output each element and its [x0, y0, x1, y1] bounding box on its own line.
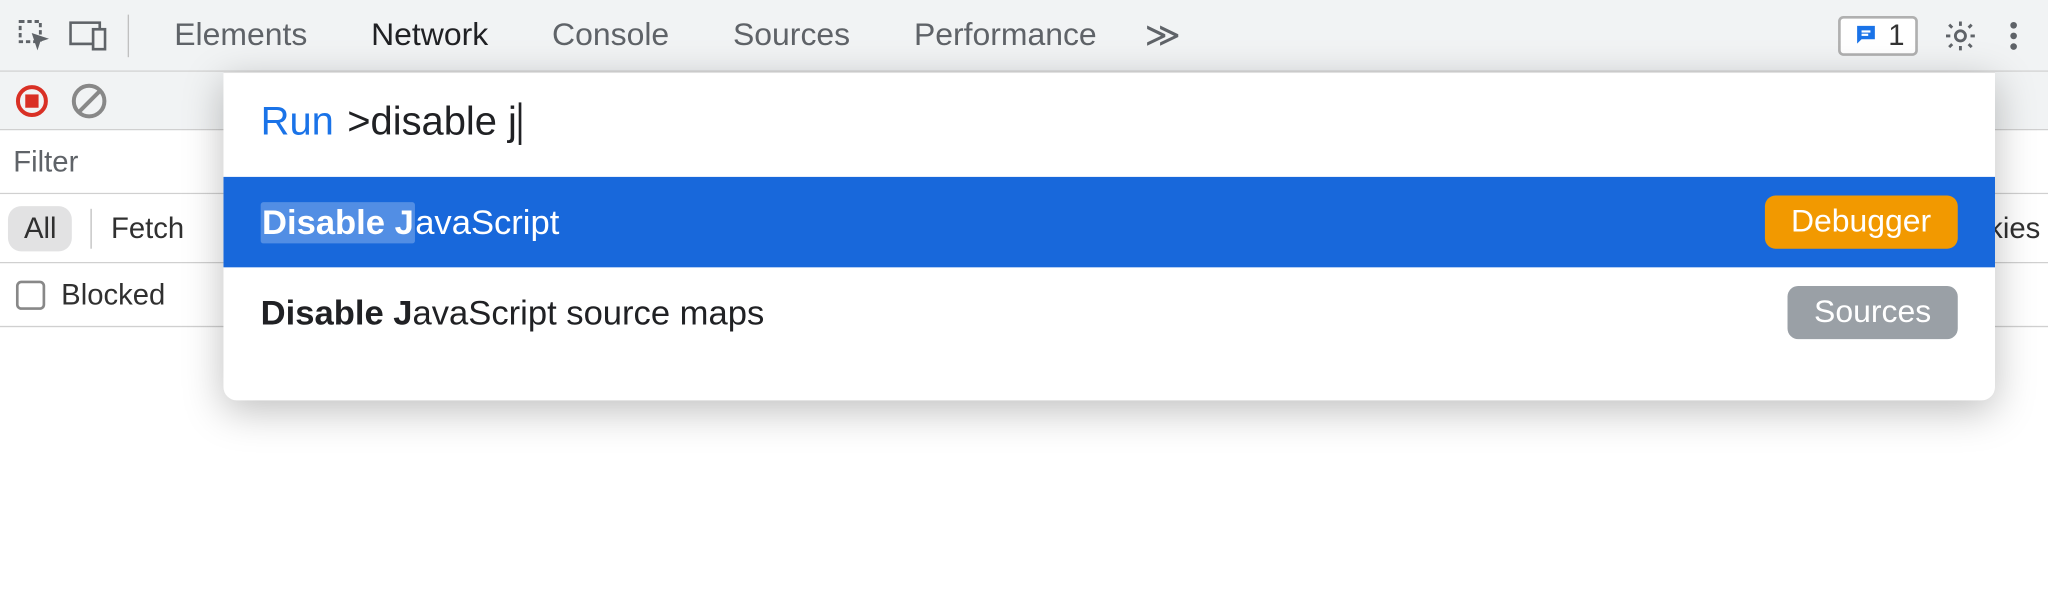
- command-palette-list: Disable JavaScript Debugger Disable Java…: [223, 177, 1995, 358]
- command-item-disable-js-source-maps[interactable]: Disable JavaScript source maps Sources: [223, 267, 1995, 357]
- divider: [128, 14, 129, 57]
- filter-input[interactable]: Filter: [13, 144, 105, 179]
- issues-count: 1: [1888, 18, 1904, 53]
- issues-badge[interactable]: 1: [1838, 15, 1918, 55]
- text-cursor-icon: [518, 102, 521, 145]
- tab-performance[interactable]: Performance: [885, 0, 1126, 71]
- record-button[interactable]: [16, 84, 48, 116]
- kebab-menu-icon[interactable]: [1990, 11, 2038, 59]
- palette-padding: [223, 358, 1995, 401]
- tab-elements[interactable]: Elements: [145, 0, 337, 71]
- command-item-badge: Debugger: [1764, 196, 1957, 249]
- command-item-badge: Sources: [1787, 286, 1957, 339]
- command-palette: Run >disable j Disable JavaScript Debugg…: [223, 72, 1995, 401]
- stop-icon: [25, 94, 38, 107]
- devtools-tabbar: Elements Network Console Sources Perform…: [0, 0, 2048, 72]
- divider: [91, 208, 92, 248]
- command-item-label: Disable JavaScript: [261, 201, 560, 242]
- tab-sources[interactable]: Sources: [704, 0, 880, 71]
- command-palette-input-row[interactable]: Run >disable j: [223, 73, 1995, 177]
- type-fetch[interactable]: Fetch: [111, 211, 184, 246]
- command-item-label: Disable JavaScript source maps: [261, 292, 765, 333]
- command-query: >disable j: [347, 100, 521, 145]
- tab-network[interactable]: Network: [342, 0, 518, 71]
- command-item-disable-javascript[interactable]: Disable JavaScript Debugger: [223, 177, 1995, 267]
- issues-icon: [1851, 22, 1880, 49]
- type-all-pill[interactable]: All: [8, 205, 72, 250]
- clear-button[interactable]: [72, 83, 107, 118]
- inspect-element-icon[interactable]: [11, 11, 59, 59]
- more-tabs-icon[interactable]: ≫: [1131, 11, 1194, 59]
- blocked-label: Blocked: [61, 277, 165, 312]
- run-label: Run: [261, 100, 334, 145]
- tab-console[interactable]: Console: [523, 0, 699, 71]
- device-toolbar-icon[interactable]: [64, 11, 112, 59]
- blocked-checkbox[interactable]: [16, 280, 45, 309]
- settings-gear-icon[interactable]: [1936, 11, 1984, 59]
